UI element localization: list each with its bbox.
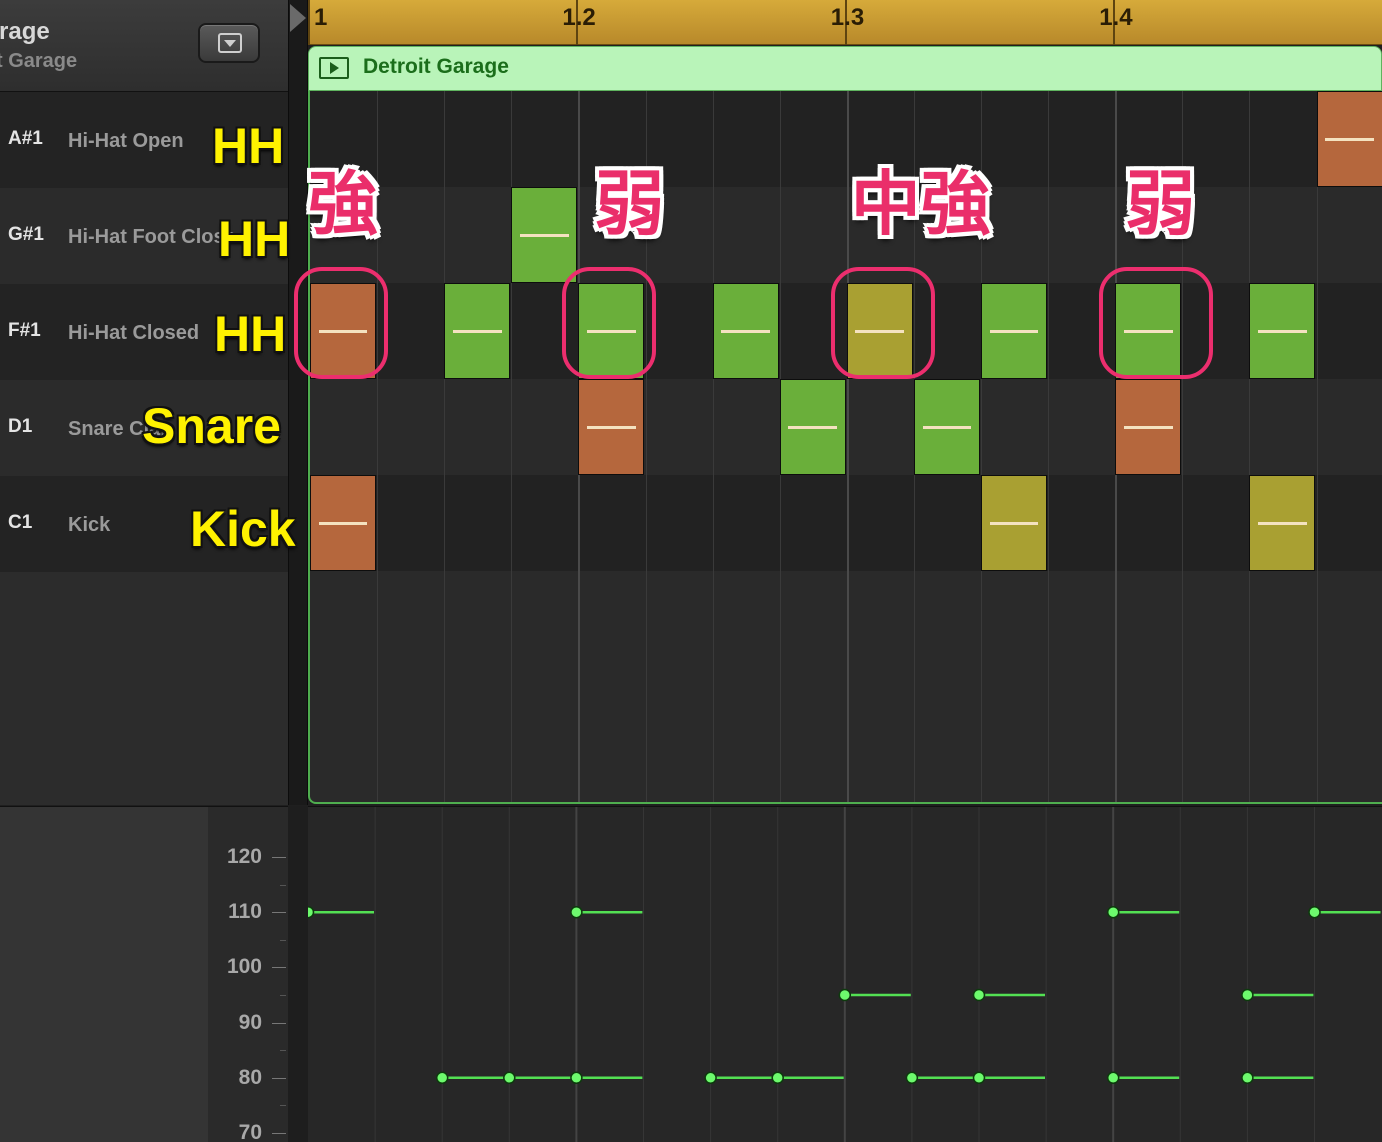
instrument-annotation: HH (214, 306, 287, 362)
midi-note[interactable] (779, 379, 846, 475)
grid-line (846, 91, 849, 802)
velocity-scale-tick (272, 1077, 286, 1079)
instrument-annotation: HH (212, 118, 285, 174)
ruler-label: 1.4 (1099, 4, 1133, 31)
midi-note[interactable] (712, 283, 779, 379)
instrument-annotation: Kick (190, 501, 296, 557)
grid-line (1316, 91, 1318, 802)
key-note-label: A#1 (8, 128, 43, 149)
key-note-label: G#1 (8, 224, 44, 245)
panel-separator (288, 0, 308, 805)
velocity-handle[interactable] (905, 1071, 919, 1085)
midi-note[interactable] (1249, 283, 1316, 379)
velocity-scale-tick (272, 967, 286, 969)
velocity-handle[interactable] (570, 1071, 583, 1085)
track-subtitle: t Garage (0, 50, 78, 72)
key-note-label: D1 (8, 416, 33, 437)
midi-note[interactable] (578, 379, 645, 475)
dropdown-menu-button[interactable] (198, 23, 260, 63)
ruler-label: 1.3 (830, 4, 865, 31)
velocity-graph (308, 807, 1381, 1142)
velocity-scale-label: 120 (226, 845, 262, 868)
midi-note[interactable] (310, 475, 376, 571)
velocity-scale-label: 100 (226, 955, 262, 979)
grid-line (1048, 91, 1050, 802)
grid-line (712, 91, 714, 802)
midi-note[interactable] (1115, 379, 1182, 475)
velocity-scale-label: 110 (228, 900, 262, 924)
bar-ruler[interactable]: 1 1.2 1.3 1.4 (308, 0, 1382, 45)
midi-note[interactable] (913, 379, 980, 475)
midi-note[interactable] (1249, 475, 1316, 571)
accent-circle (562, 267, 657, 379)
accent-annotation: 弱 (1125, 165, 1196, 243)
velocity-handle[interactable] (704, 1071, 717, 1085)
velocity-scale-tick (272, 857, 286, 858)
velocity-handle[interactable] (1106, 1071, 1120, 1085)
velocity-separator (288, 806, 308, 1142)
velocity-handle[interactable] (972, 1071, 986, 1085)
accent-circle (1099, 267, 1214, 379)
velocity-scale-tick (272, 1022, 286, 1024)
midi-note[interactable] (981, 475, 1047, 571)
velocity-scale-minor-tick (280, 884, 286, 886)
velocity-scale-label: 70 (238, 1121, 262, 1142)
velocity-scale-minor-tick (280, 1105, 286, 1107)
velocity-handle[interactable] (838, 988, 852, 1002)
midi-note[interactable] (981, 283, 1047, 379)
instrument-annotation: HH (218, 211, 291, 267)
velocity-lane-header (0, 806, 208, 1142)
velocity-handle[interactable] (771, 1071, 784, 1085)
velocity-handle[interactable] (1241, 1071, 1254, 1085)
velocity-scale-minor-tick (280, 1050, 286, 1052)
velocity-scale-tick (272, 1133, 286, 1134)
velocity-handle[interactable] (1241, 988, 1254, 1002)
velocity-handle[interactable] (570, 905, 583, 919)
velocity-scale-label: 90 (238, 1010, 262, 1034)
instrument-annotation: Snare (142, 398, 281, 454)
dropdown-menu-icon (218, 33, 242, 53)
velocity-scale-minor-tick (280, 939, 286, 941)
ruler-label: 1.2 (562, 4, 596, 31)
velocity-handle[interactable] (1106, 905, 1120, 919)
grid-line (444, 91, 446, 802)
region-name: Detroit Garage (363, 55, 509, 78)
midi-note[interactable] (444, 283, 511, 379)
velocity-handle[interactable] (1308, 905, 1321, 919)
midi-note[interactable] (511, 187, 578, 283)
velocity-handle[interactable] (308, 905, 315, 919)
velocity-handle[interactable] (503, 1071, 516, 1085)
velocity-handle[interactable] (435, 1071, 449, 1085)
velocity-scale-label: 80 (238, 1065, 262, 1089)
play-region-icon[interactable] (319, 57, 349, 79)
velocity-scale-tick (272, 912, 286, 914)
accent-annotation: 中強 (850, 165, 991, 243)
track-title: rage (0, 18, 50, 45)
velocity-lane[interactable] (308, 806, 1382, 1142)
grid-line (1249, 91, 1251, 802)
velocity-scale: 120 110 100 90 80 70 (208, 806, 288, 1142)
key-note-label: C1 (8, 512, 33, 533)
ruler-label: 1 (314, 4, 328, 31)
accent-circle (830, 267, 935, 379)
accent-annotation: 強 (308, 165, 378, 243)
piano-roll-grid[interactable] (308, 91, 1382, 804)
accent-circle (294, 267, 388, 379)
velocity-handle[interactable] (972, 988, 986, 1002)
midi-note[interactable] (1316, 91, 1382, 187)
region-header[interactable]: Detroit Garage (308, 46, 1382, 91)
velocity-scale-minor-tick (280, 995, 286, 996)
ruler-tick (308, 0, 310, 45)
track-header: rage t Garage (0, 0, 288, 92)
playhead-flag-icon[interactable] (290, 4, 306, 32)
accent-annotation: 弱 (594, 165, 665, 243)
key-note-label: F#1 (8, 320, 41, 341)
